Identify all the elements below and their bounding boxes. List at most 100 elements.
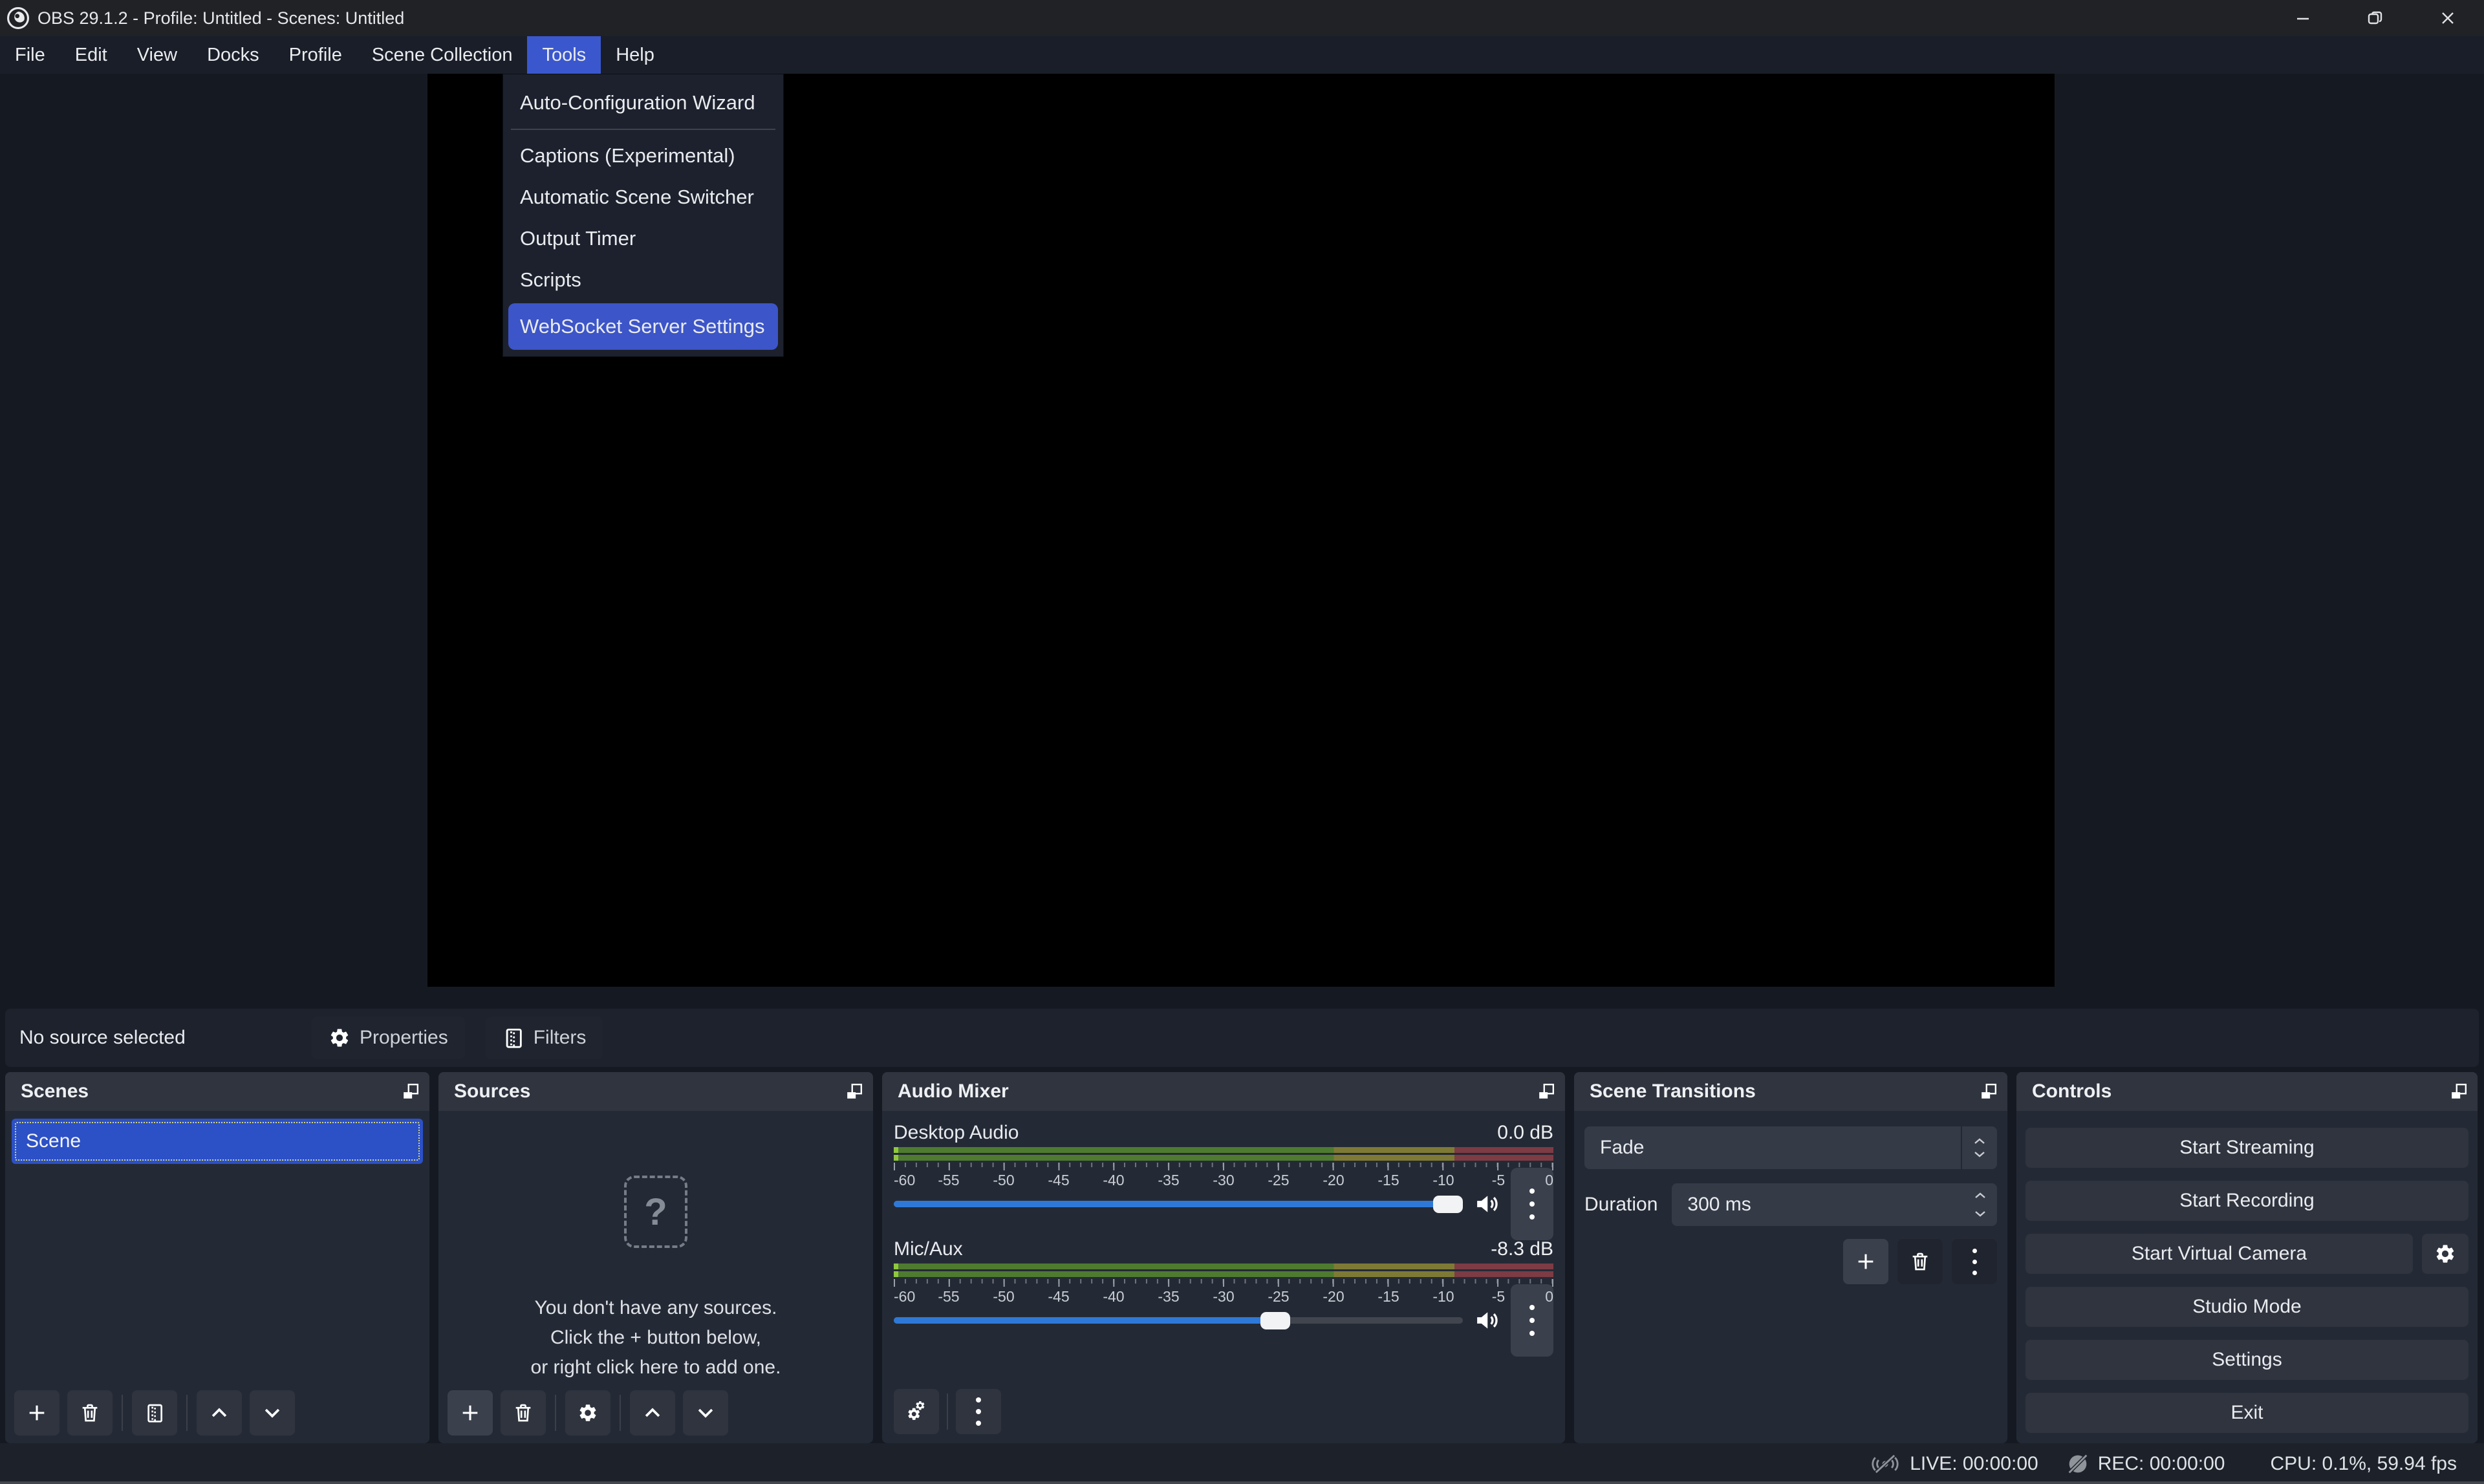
move-source-down-button[interactable] [683,1390,728,1436]
select-spinner-arrows[interactable] [1961,1126,1997,1169]
menu-profile[interactable]: Profile [274,36,357,74]
filters-button[interactable]: Filters [486,1016,603,1059]
controls-header: Controls [2016,1072,2478,1111]
popout-icon[interactable] [1538,1083,1555,1100]
speaker-icon[interactable] [1473,1190,1500,1218]
meter-scale-labels: -60 -55 -50 -45 -40 -35 -30 -25 -20 -15 … [894,1172,1553,1188]
transition-select[interactable]: Fade [1584,1126,1997,1169]
menu-scene-collection[interactable]: Scene Collection [357,36,528,74]
live-time: LIVE: 00:00:00 [1910,1453,2038,1475]
add-transition-button[interactable] [1843,1239,1888,1284]
virtual-camera-settings-button[interactable] [2422,1234,2468,1274]
sources-empty-state: ? You don't have any sources. Click the … [438,1176,873,1382]
sources-dock: Sources ? You don't have any sources. Cl… [438,1072,873,1443]
exit-button[interactable]: Exit [2025,1393,2468,1433]
scene-name: Scene [26,1130,81,1152]
toolbar-separator [122,1395,123,1431]
settings-button[interactable]: Settings [2025,1340,2468,1380]
duration-spinbox[interactable]: 300 ms [1672,1183,1997,1226]
properties-label: Properties [360,1027,448,1049]
volume-slider[interactable] [894,1196,1463,1213]
menu-file[interactable]: File [0,36,60,74]
scenes-toolbar [14,1390,295,1436]
spinbox-arrows[interactable] [1974,1183,1987,1226]
menu-docks[interactable]: Docks [192,36,274,74]
move-source-up-button[interactable] [630,1390,675,1436]
popout-icon[interactable] [402,1083,419,1100]
menu-separator [511,129,775,130]
scenes-dock-header: Scenes [5,1072,429,1111]
meter-tick-marks [894,1279,1553,1287]
toolbar-separator [947,1393,948,1430]
cpu-fps-stats: CPU: 0.1%, 59.94 fps [2271,1453,2457,1475]
source-properties-button[interactable] [565,1390,610,1436]
mixer-toolbar [894,1389,1553,1434]
speaker-icon[interactable] [1473,1307,1500,1334]
meter-tick-marks [894,1163,1553,1170]
rec-circle-off-icon [2067,1453,2089,1475]
transition-selected-value: Fade [1584,1126,1961,1169]
menu-edit[interactable]: Edit [60,36,122,74]
start-recording-button[interactable]: Start Recording [2025,1181,2468,1221]
close-button[interactable] [2412,0,2484,36]
menu-item-websocket-server-settings[interactable]: WebSocket Server Settings [508,303,778,350]
scene-list-item-selected[interactable]: Scene [12,1119,423,1164]
move-scene-up-button[interactable] [197,1390,242,1436]
mixer-menu-kebab-button[interactable] [956,1389,1001,1434]
sources-toolbar [448,1390,728,1436]
channel-level-db: 0.0 dB [1497,1122,1553,1144]
obs-logo-icon [6,6,30,30]
channel-name: Mic/Aux [894,1238,1491,1260]
advanced-audio-properties-button[interactable] [894,1389,939,1434]
live-status: LIVE: 00:00:00 [1870,1453,2038,1475]
rec-time: REC: 00:00:00 [2098,1453,2225,1475]
scene-filters-button[interactable] [132,1390,177,1436]
channel-name: Desktop Audio [894,1122,1497,1144]
controls-dock: Controls Start Streaming Start Recording… [2016,1072,2478,1443]
menu-help[interactable]: Help [601,36,669,74]
properties-button[interactable]: Properties [312,1016,465,1059]
popout-icon[interactable] [846,1083,863,1100]
audio-mixer-dock: Audio Mixer Desktop Audio 0.0 dB -60 -55 [882,1072,1565,1443]
toolbar-separator [555,1395,556,1431]
meter-scale-labels: -60 -55 -50 -45 -40 -35 -30 -25 -20 -15 … [894,1288,1553,1305]
scene-transitions-header: Scene Transitions [1574,1072,2007,1111]
sources-empty-text: You don't have any sources. Click the + … [531,1293,781,1382]
duration-label: Duration [1584,1194,1658,1216]
popout-icon[interactable] [1980,1083,1997,1100]
menu-tools[interactable]: Tools [527,36,601,74]
menu-item-automatic-scene-switcher[interactable]: Automatic Scene Switcher [503,177,783,218]
volume-slider[interactable] [894,1312,1463,1329]
question-icon: ? [624,1176,687,1248]
menu-item-captions[interactable]: Captions (Experimental) [503,135,783,177]
sources-title: Sources [454,1081,530,1102]
remove-transition-button[interactable] [1897,1239,1943,1284]
obs-main-window: OBS 29.1.2 - Profile: Untitled - Scenes:… [0,0,2484,1484]
move-scene-down-button[interactable] [250,1390,295,1436]
remove-source-button[interactable] [501,1390,546,1436]
toolbar-separator [186,1395,188,1431]
start-virtual-camera-button[interactable]: Start Virtual Camera [2025,1234,2413,1274]
transition-properties-kebab-button[interactable] [1952,1239,1997,1284]
start-streaming-button[interactable]: Start Streaming [2025,1128,2468,1168]
menu-item-auto-configuration-wizard[interactable]: Auto-Configuration Wizard [503,82,783,124]
studio-mode-button[interactable]: Studio Mode [2025,1287,2468,1327]
controls-title: Controls [2032,1081,2111,1102]
popout-icon[interactable] [2450,1083,2467,1100]
volume-slider-handle[interactable] [1260,1312,1290,1329]
scenes-dock: Scenes Scene [5,1072,429,1443]
restore-button[interactable] [2339,0,2412,36]
volume-slider-handle[interactable] [1433,1196,1463,1213]
remove-scene-button[interactable] [67,1390,113,1436]
minimize-button[interactable] [2267,0,2339,36]
menu-item-output-timer[interactable]: Output Timer [503,218,783,259]
rec-status: REC: 00:00:00 [2067,1453,2225,1475]
channel-level-db: -8.3 dB [1491,1238,1553,1260]
volume-meter: -60 -55 -50 -45 -40 -35 -30 -25 -20 -15 … [894,1147,1553,1188]
gear-icon [329,1027,351,1049]
add-source-button[interactable] [448,1390,493,1436]
add-scene-button[interactable] [14,1390,59,1436]
menu-view[interactable]: View [122,36,192,74]
menu-item-scripts[interactable]: Scripts [503,259,783,301]
source-status-text: No source selected [5,1027,304,1049]
